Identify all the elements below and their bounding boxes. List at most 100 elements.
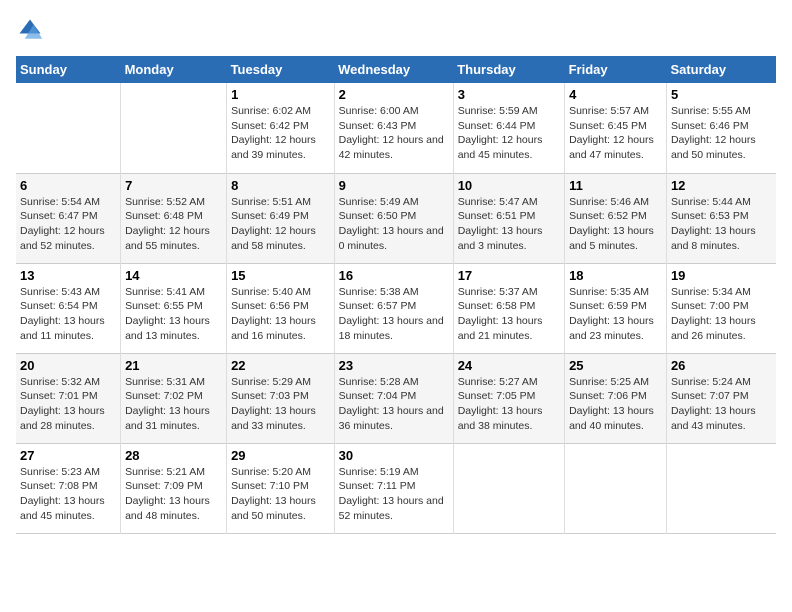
calendar-cell: 1Sunrise: 6:02 AM Sunset: 6:42 PM Daylig… <box>227 83 335 173</box>
calendar-cell: 13Sunrise: 5:43 AM Sunset: 6:54 PM Dayli… <box>16 263 121 353</box>
calendar-cell <box>16 83 121 173</box>
calendar-cell: 23Sunrise: 5:28 AM Sunset: 7:04 PM Dayli… <box>334 353 453 443</box>
day-number: 27 <box>20 448 116 463</box>
logo <box>16 16 48 44</box>
calendar-week-1: 1Sunrise: 6:02 AM Sunset: 6:42 PM Daylig… <box>16 83 776 173</box>
day-number: 4 <box>569 87 662 102</box>
calendar-cell: 19Sunrise: 5:34 AM Sunset: 7:00 PM Dayli… <box>666 263 776 353</box>
day-number: 30 <box>339 448 449 463</box>
day-number: 24 <box>458 358 560 373</box>
day-number: 19 <box>671 268 772 283</box>
calendar-cell: 6 Sunrise: 5:54 AM Sunset: 6:47 PM Daylig… <box>16 173 121 263</box>
calendar-cell: 30 Sunrise: 5:19 AM Sunset: 7:11 PM Dayli… <box>334 443 453 533</box>
day-number: 21 <box>125 358 222 373</box>
day-number: 5 <box>671 87 772 102</box>
day-info: Sunrise: 5:24 AM Sunset: 7:07 PM Dayligh… <box>671 375 772 434</box>
day-info: Sunrise: 5:54 AM Sunset: 6:47 PM Dayligh… <box>20 195 116 254</box>
day-info: Sunrise: 5:25 AM Sunset: 7:06 PM Dayligh… <box>569 375 662 434</box>
logo-icon <box>16 16 44 44</box>
calendar-cell: 29 Sunrise: 5:20 AM Sunset: 7:10 PM Dayli… <box>227 443 335 533</box>
calendar-cell <box>666 443 776 533</box>
day-info: Sunrise: 5:41 AM Sunset: 6:55 PM Dayligh… <box>125 285 222 344</box>
page-header <box>16 16 776 44</box>
day-number: 1 <box>231 87 330 102</box>
day-info: Sunrise: 5:40 AM Sunset: 6:56 PM Dayligh… <box>231 285 330 344</box>
day-number: 12 <box>671 178 772 193</box>
calendar-cell <box>565 443 667 533</box>
header-row: SundayMondayTuesdayWednesdayThursdayFrid… <box>16 56 776 83</box>
day-number: 8 <box>231 178 330 193</box>
day-number: 29 <box>231 448 330 463</box>
calendar-cell: 16 Sunrise: 5:38 AM Sunset: 6:57 PM Dayli… <box>334 263 453 353</box>
calendar-cell: 8 Sunrise: 5:51 AM Sunset: 6:49 PM Daylig… <box>227 173 335 263</box>
day-number: 11 <box>569 178 662 193</box>
calendar-cell: 4Sunrise: 5:57 AM Sunset: 6:45 PM Daylig… <box>565 83 667 173</box>
calendar-cell: 18Sunrise: 5:35 AM Sunset: 6:59 PM Dayli… <box>565 263 667 353</box>
day-number: 20 <box>20 358 116 373</box>
day-header-wednesday: Wednesday <box>334 56 453 83</box>
day-number: 25 <box>569 358 662 373</box>
calendar-cell: 7Sunrise: 5:52 AM Sunset: 6:48 PM Daylig… <box>121 173 227 263</box>
day-number: 6 <box>20 178 116 193</box>
calendar-cell: 10 Sunrise: 5:47 AM Sunset: 6:51 PM Dayli… <box>453 173 564 263</box>
day-number: 23 <box>339 358 449 373</box>
day-info: Sunrise: 5:51 AM Sunset: 6:49 PM Dayligh… <box>231 195 330 254</box>
day-info: Sunrise: 5:20 AM Sunset: 7:10 PM Dayligh… <box>231 465 330 524</box>
day-header-sunday: Sunday <box>16 56 121 83</box>
calendar-week-4: 20 Sunrise: 5:32 AM Sunset: 7:01 PM Dayli… <box>16 353 776 443</box>
day-number: 9 <box>339 178 449 193</box>
day-info: Sunrise: 5:31 AM Sunset: 7:02 PM Dayligh… <box>125 375 222 434</box>
day-number: 28 <box>125 448 222 463</box>
calendar-cell: 3Sunrise: 5:59 AM Sunset: 6:44 PM Daylig… <box>453 83 564 173</box>
day-number: 7 <box>125 178 222 193</box>
calendar-cell: 9 Sunrise: 5:49 AM Sunset: 6:50 PM Daylig… <box>334 173 453 263</box>
day-header-friday: Friday <box>565 56 667 83</box>
calendar-cell: 21 Sunrise: 5:31 AM Sunset: 7:02 PM Dayli… <box>121 353 227 443</box>
calendar-cell: 17 Sunrise: 5:37 AM Sunset: 6:58 PM Dayli… <box>453 263 564 353</box>
day-number: 10 <box>458 178 560 193</box>
calendar-cell: 2 Sunrise: 6:00 AM Sunset: 6:43 PM Daylig… <box>334 83 453 173</box>
calendar-cell: 24 Sunrise: 5:27 AM Sunset: 7:05 PM Dayli… <box>453 353 564 443</box>
calendar-cell: 12 Sunrise: 5:44 AM Sunset: 6:53 PM Dayli… <box>666 173 776 263</box>
day-info: Sunrise: 5:38 AM Sunset: 6:57 PM Dayligh… <box>339 285 449 344</box>
calendar-cell <box>453 443 564 533</box>
calendar-cell: 5 Sunrise: 5:55 AM Sunset: 6:46 PM Daylig… <box>666 83 776 173</box>
day-info: Sunrise: 6:00 AM Sunset: 6:43 PM Dayligh… <box>339 104 449 163</box>
calendar-cell: 28Sunrise: 5:21 AM Sunset: 7:09 PM Dayli… <box>121 443 227 533</box>
calendar-cell: 22Sunrise: 5:29 AM Sunset: 7:03 PM Dayli… <box>227 353 335 443</box>
calendar-week-2: 6 Sunrise: 5:54 AM Sunset: 6:47 PM Daylig… <box>16 173 776 263</box>
calendar-cell: 20 Sunrise: 5:32 AM Sunset: 7:01 PM Dayli… <box>16 353 121 443</box>
day-info: Sunrise: 5:27 AM Sunset: 7:05 PM Dayligh… <box>458 375 560 434</box>
calendar-cell: 14 Sunrise: 5:41 AM Sunset: 6:55 PM Dayli… <box>121 263 227 353</box>
calendar-cell: 26 Sunrise: 5:24 AM Sunset: 7:07 PM Dayli… <box>666 353 776 443</box>
day-info: Sunrise: 5:23 AM Sunset: 7:08 PM Dayligh… <box>20 465 116 524</box>
day-header-monday: Monday <box>121 56 227 83</box>
calendar-week-3: 13Sunrise: 5:43 AM Sunset: 6:54 PM Dayli… <box>16 263 776 353</box>
day-header-saturday: Saturday <box>666 56 776 83</box>
day-info: Sunrise: 5:19 AM Sunset: 7:11 PM Dayligh… <box>339 465 449 524</box>
day-number: 18 <box>569 268 662 283</box>
day-number: 15 <box>231 268 330 283</box>
calendar-cell <box>121 83 227 173</box>
day-number: 17 <box>458 268 560 283</box>
day-info: Sunrise: 5:47 AM Sunset: 6:51 PM Dayligh… <box>458 195 560 254</box>
calendar-cell: 27 Sunrise: 5:23 AM Sunset: 7:08 PM Dayli… <box>16 443 121 533</box>
day-number: 26 <box>671 358 772 373</box>
day-number: 16 <box>339 268 449 283</box>
day-number: 2 <box>339 87 449 102</box>
day-number: 14 <box>125 268 222 283</box>
calendar-table: SundayMondayTuesdayWednesdayThursdayFrid… <box>16 56 776 534</box>
calendar-cell: 25 Sunrise: 5:25 AM Sunset: 7:06 PM Dayli… <box>565 353 667 443</box>
day-info: Sunrise: 5:44 AM Sunset: 6:53 PM Dayligh… <box>671 195 772 254</box>
day-number: 3 <box>458 87 560 102</box>
day-info: Sunrise: 5:55 AM Sunset: 6:46 PM Dayligh… <box>671 104 772 163</box>
calendar-cell: 11 Sunrise: 5:46 AM Sunset: 6:52 PM Dayli… <box>565 173 667 263</box>
day-info: Sunrise: 5:37 AM Sunset: 6:58 PM Dayligh… <box>458 285 560 344</box>
day-number: 13 <box>20 268 116 283</box>
day-number: 22 <box>231 358 330 373</box>
day-info: Sunrise: 5:49 AM Sunset: 6:50 PM Dayligh… <box>339 195 449 254</box>
calendar-cell: 15 Sunrise: 5:40 AM Sunset: 6:56 PM Dayli… <box>227 263 335 353</box>
day-info: Sunrise: 5:32 AM Sunset: 7:01 PM Dayligh… <box>20 375 116 434</box>
day-info: Sunrise: 5:46 AM Sunset: 6:52 PM Dayligh… <box>569 195 662 254</box>
day-header-tuesday: Tuesday <box>227 56 335 83</box>
